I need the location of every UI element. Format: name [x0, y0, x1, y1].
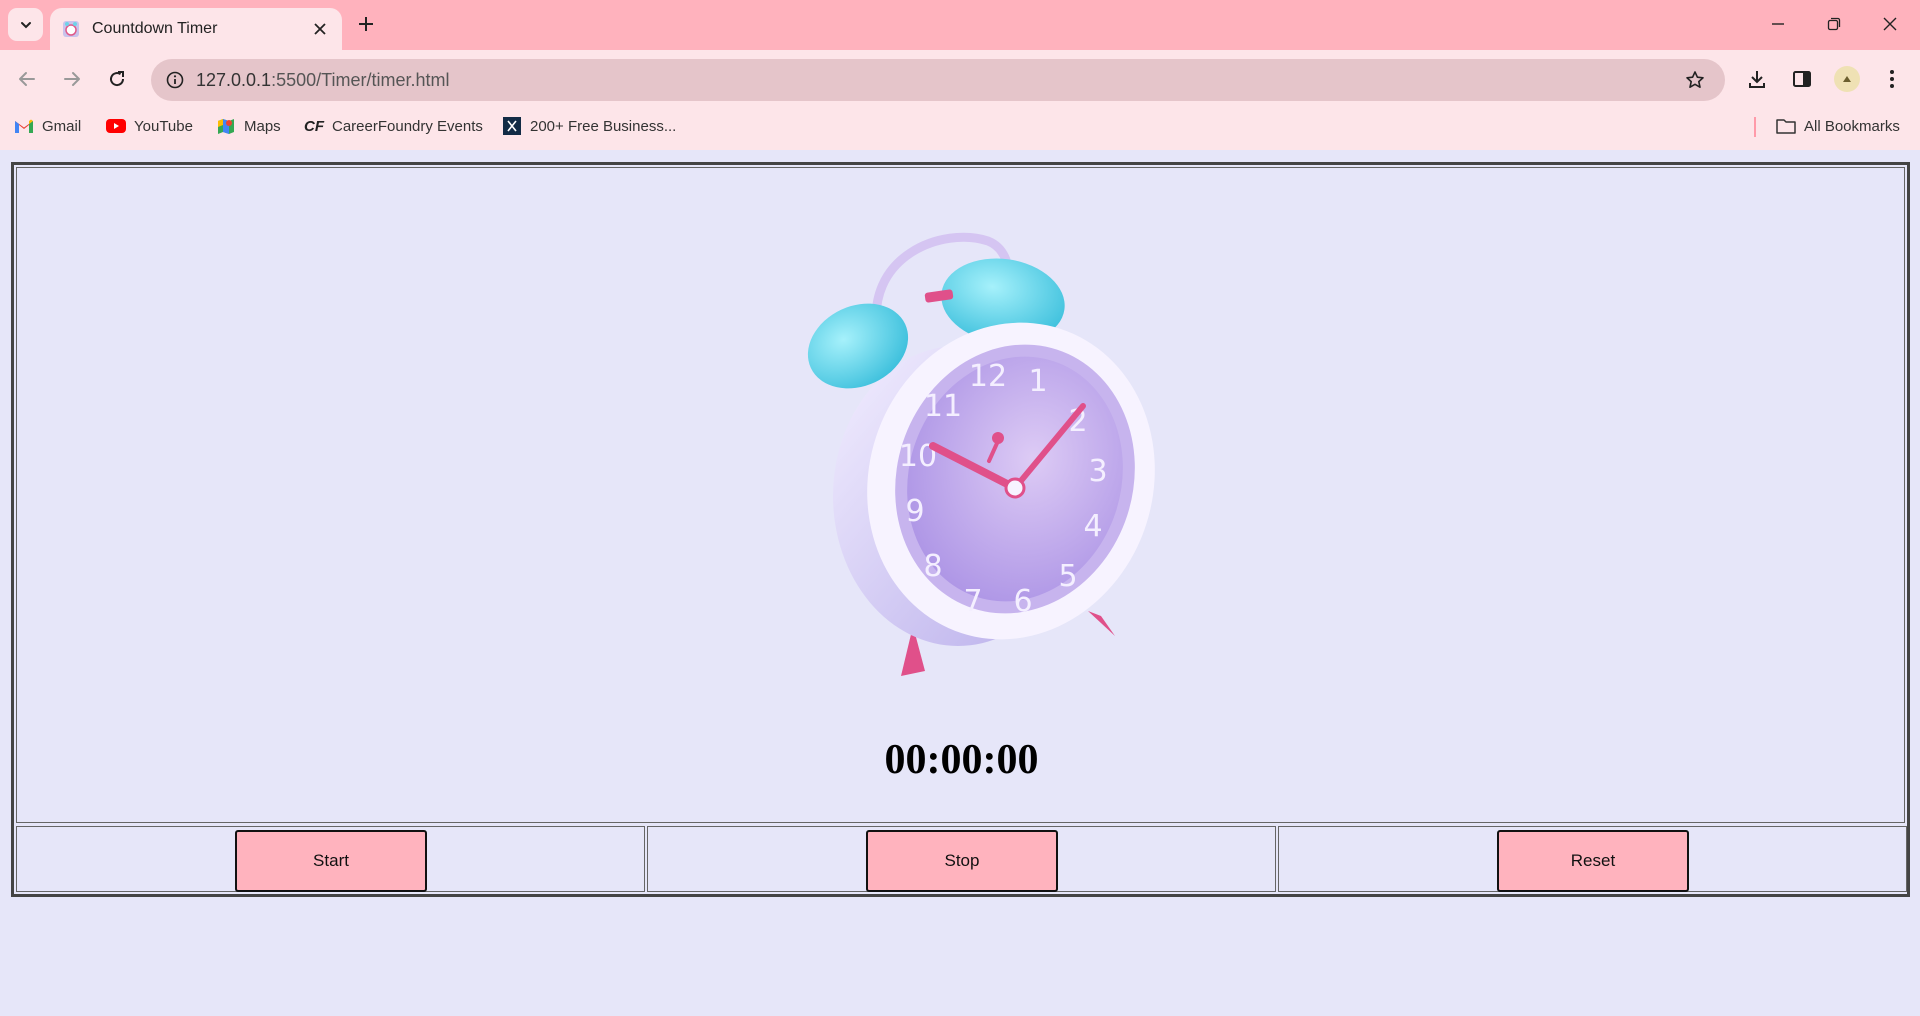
tab-countdown-timer[interactable]: Countdown Timer: [50, 8, 342, 50]
svg-text:1: 1: [1028, 364, 1047, 399]
svg-text:8: 8: [923, 549, 942, 584]
bookmark-label: YouTube: [134, 117, 193, 135]
bookmark-label: Maps: [244, 117, 281, 135]
bookmark-label: Gmail: [42, 117, 82, 135]
start-cell: Start: [16, 826, 645, 892]
alarm-clock-favicon-icon: [62, 20, 80, 38]
page-content: 12 1 2 3 4 5 6 7 8 9 10 11 00:00:00 Star…: [0, 150, 1920, 1016]
alarm-clock-image: 12 1 2 3 4 5 6 7 8 9 10 11: [807, 232, 1155, 676]
bookmark-star-icon[interactable]: [1679, 64, 1711, 96]
tab-close-icon[interactable]: [306, 15, 334, 43]
svg-text:3: 3: [1088, 454, 1107, 489]
side-panel-button[interactable]: [1785, 62, 1819, 96]
kebab-menu-icon: [1890, 70, 1894, 88]
download-icon: [1749, 71, 1765, 88]
all-bookmarks-label: All Bookmarks: [1804, 117, 1900, 135]
tab-strip: Countdown Timer: [0, 0, 1920, 50]
svg-text:6: 6: [1013, 584, 1032, 619]
gmail-icon: [14, 116, 34, 136]
new-tab-button[interactable]: [352, 10, 380, 38]
menu-button[interactable]: [1875, 62, 1909, 96]
start-button[interactable]: Start: [235, 830, 427, 892]
bookmark-gmail[interactable]: Gmail: [14, 108, 81, 144]
svg-text:11: 11: [924, 389, 962, 424]
bookmark-free-business[interactable]: 200+ Free Business...: [502, 108, 676, 144]
reload-button[interactable]: [100, 62, 134, 96]
tab-title: Countdown Timer: [92, 20, 218, 37]
close-window-button[interactable]: [1862, 6, 1918, 42]
bookmarks-bar: Gmail YouTube Maps CF CareerFoundry Even…: [0, 108, 1920, 150]
bookmark-careerfoundry[interactable]: CF CareerFoundry Events: [304, 108, 483, 144]
browser-toolbar: 127.0.0.1:5500/Timer/timer.html: [0, 50, 1920, 108]
close-icon: [1883, 17, 1897, 31]
avatar: [1834, 66, 1860, 92]
minimize-icon: [1772, 23, 1784, 25]
bookmark-maps[interactable]: Maps: [216, 108, 281, 144]
stop-cell: Stop: [647, 826, 1276, 892]
reset-button[interactable]: Reset: [1497, 830, 1689, 892]
address-bar[interactable]: 127.0.0.1:5500/Timer/timer.html: [151, 59, 1725, 101]
bookmark-x-icon: [502, 116, 522, 136]
timer-table: 12 1 2 3 4 5 6 7 8 9 10 11 00:00:00 Star…: [11, 162, 1910, 897]
arrow-right-icon: [64, 72, 80, 86]
youtube-icon: [106, 116, 126, 136]
maps-icon: [216, 116, 236, 136]
timer-display-cell: 12 1 2 3 4 5 6 7 8 9 10 11 00:00:00: [16, 167, 1905, 823]
restore-button[interactable]: [1806, 6, 1862, 42]
tab-search-button[interactable]: [8, 8, 43, 41]
reload-icon: [110, 71, 125, 87]
bookmark-label: CareerFoundry Events: [332, 117, 483, 135]
side-panel-icon: [1793, 71, 1811, 87]
bookmark-label: 200+ Free Business...: [530, 117, 677, 135]
bookmark-youtube[interactable]: YouTube: [106, 108, 193, 144]
url-host: 127.0.0.1: [196, 70, 272, 90]
arrow-left-icon: [19, 72, 35, 86]
svg-text:4: 4: [1083, 509, 1102, 544]
downloads-button[interactable]: [1740, 62, 1774, 96]
restore-icon: [1827, 17, 1841, 31]
svg-text:7: 7: [963, 584, 982, 619]
url-path: :5500/Timer/timer.html: [271, 70, 450, 90]
bookmarks-divider: [1754, 117, 1756, 137]
svg-text:12: 12: [969, 359, 1007, 394]
site-info-icon[interactable]: [159, 64, 191, 96]
chevron-down-icon: [20, 21, 31, 28]
stop-button[interactable]: Stop: [866, 830, 1058, 892]
forward-button[interactable]: [55, 62, 89, 96]
all-bookmarks-button[interactable]: All Bookmarks: [1776, 108, 1900, 144]
svg-text:5: 5: [1058, 559, 1077, 594]
reset-cell: Reset: [1278, 826, 1907, 892]
timer-display: 00:00:00: [884, 737, 1039, 783]
url-text[interactable]: 127.0.0.1:5500/Timer/timer.html: [196, 59, 449, 101]
careerfoundry-icon: CF: [304, 117, 324, 135]
minimize-button[interactable]: [1750, 6, 1806, 42]
back-button[interactable]: [10, 62, 44, 96]
plus-icon: [359, 17, 373, 31]
svg-text:9: 9: [905, 494, 924, 529]
profile-button[interactable]: [1830, 62, 1864, 96]
folder-icon: [1776, 116, 1796, 136]
